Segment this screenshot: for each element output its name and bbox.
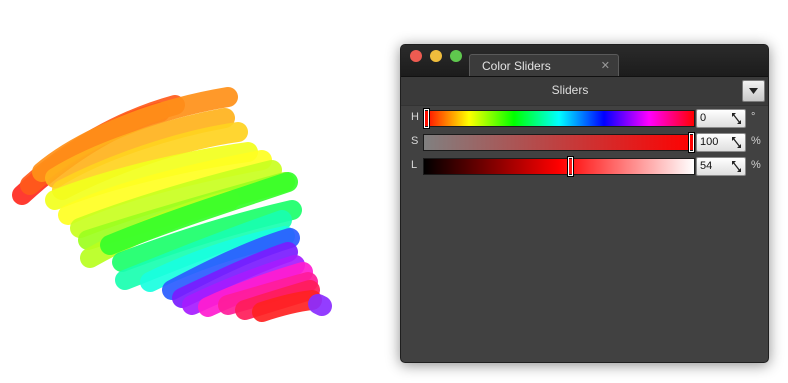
lightness-slider[interactable] (423, 156, 695, 177)
lightness-field[interactable]: 54 (696, 157, 746, 176)
saturation-slider-handle[interactable] (688, 132, 695, 153)
hue-label: H (411, 111, 419, 123)
hue-value: 0 (700, 112, 707, 124)
close-icon[interactable]: ✕ (601, 59, 610, 72)
lightness-value: 54 (700, 160, 713, 172)
zoom-window-button[interactable] (450, 50, 462, 62)
lightness-unit: % (751, 159, 761, 171)
hue-field[interactable]: 0 (696, 109, 746, 128)
resize-arrows-icon[interactable] (731, 160, 742, 173)
title-bar[interactable]: Color Sliders ✕ (401, 45, 768, 77)
hue-unit: ° (751, 111, 756, 123)
tab-label: Color Sliders (482, 59, 551, 73)
tab-color-sliders[interactable]: Color Sliders ✕ (469, 54, 619, 76)
saturation-unit: % (751, 135, 761, 147)
saturation-value: 100 (700, 136, 719, 148)
stroke-red-end (252, 290, 322, 322)
lightness-label: L (411, 159, 418, 171)
chevron-down-icon (749, 88, 758, 94)
resize-arrows-icon[interactable] (731, 136, 742, 149)
saturation-label: S (411, 135, 419, 147)
close-window-button[interactable] (410, 50, 422, 62)
paint-canvas[interactable] (0, 0, 400, 383)
color-strokes (12, 87, 332, 322)
stroke-purple-dot (308, 294, 332, 316)
color-sliders-panel: Color Sliders ✕ Sliders H 0 ° S 100 % L (400, 44, 769, 363)
hue-slider-handle[interactable] (423, 108, 430, 129)
lightness-row: L 54 % (401, 156, 768, 177)
saturation-row: S 100 % (401, 132, 768, 153)
panel-title: Sliders (551, 83, 589, 97)
saturation-field[interactable]: 100 (696, 133, 746, 152)
saturation-slider[interactable] (423, 132, 695, 153)
hue-row: H 0 ° (401, 108, 768, 129)
resize-arrows-icon[interactable] (731, 112, 742, 125)
minimize-window-button[interactable] (430, 50, 442, 62)
panel-header: Sliders (401, 77, 768, 106)
lightness-slider-handle[interactable] (566, 156, 574, 177)
hue-slider[interactable] (423, 108, 695, 129)
panel-menu-button[interactable] (742, 80, 765, 102)
